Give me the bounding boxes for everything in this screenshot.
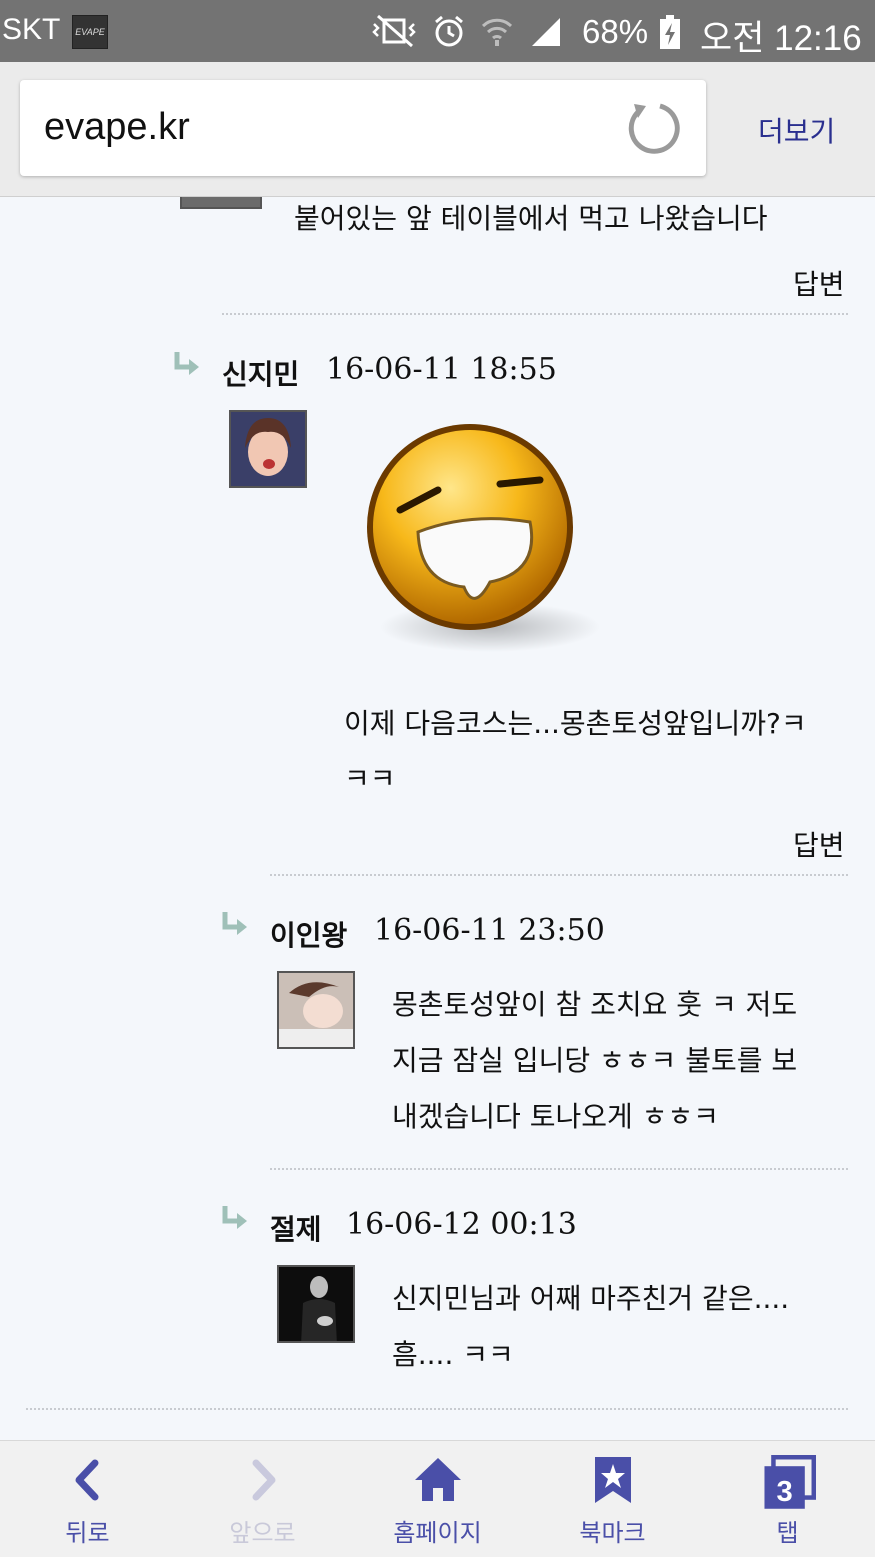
back-button[interactable]: 뒤로 [0,1441,175,1557]
status-bar: SKT EVAPE 68% 오전 12:16 [0,0,875,62]
comment-text: 몽촌토성앞이 참 조치요 훗 ㅋ 저도 [392,988,798,1021]
comment-author[interactable]: 이인왕 [270,914,347,954]
reply-button[interactable]: 답변 [793,824,845,864]
wifi-icon [481,18,513,46]
comment-text: ㅋㅋ [344,762,396,795]
address-bar[interactable]: evape.kr [20,80,706,176]
divider [222,313,848,315]
grinning-emoticon-icon [367,424,600,652]
carrier-label: SKT [2,13,61,46]
status-icons [370,12,564,50]
signal-icon [532,18,560,46]
comment-author[interactable]: 신지민 [222,353,299,393]
avatar[interactable] [277,1265,355,1343]
avatar[interactable] [229,410,307,488]
divider [270,1168,848,1170]
divider [26,1408,848,1410]
more-button[interactable]: 더보기 [758,110,835,150]
comment-text: 내겠습니다 토나오게 ㅎㅎㅋ [392,1100,719,1133]
comment-text: 붙어있는 앞 테이블에서 먹고 나왔습니다 [294,202,768,235]
chevron-right-icon [252,1459,275,1501]
bookmark-label: 북마크 [579,1519,646,1547]
forward-label: 앞으로 [229,1519,296,1547]
browser-bottom-nav: 뒤로 앞으로 홈페이지 북마크 3 탭 [0,1440,875,1557]
comment-date: 16-06-11 18:55 [326,352,557,387]
reply-arrow-icon [222,1206,247,1229]
home-label: 홈페이지 [393,1519,482,1547]
comment-text: 흠.... ㅋㅋ [392,1338,514,1371]
comment-author[interactable]: 절제 [270,1208,322,1248]
alarm-icon [435,15,463,47]
home-button[interactable]: 홈페이지 [350,1441,525,1557]
reload-icon[interactable] [624,98,684,158]
tabs-button[interactable]: 3 탭 [700,1441,875,1557]
bookmark-button[interactable]: 북마크 [525,1441,700,1557]
forward-button[interactable]: 앞으로 [175,1441,350,1557]
comment-text: 이제 다음코스는...몽촌토성앞입니까?ㅋ [344,707,807,740]
battery-charging-icon [660,15,680,49]
comment-date: 16-06-12 00:13 [346,1207,577,1242]
reply-button[interactable]: 답변 [793,263,845,303]
comment-text: 지금 잠실 입니당 ㅎㅎㅋ 불토를 보 [392,1044,798,1077]
avatar-image [231,412,305,486]
bookmark-star-icon [594,1457,631,1503]
avatar-image [279,1267,353,1341]
avatar [180,197,262,209]
clock: 오전 12:16 [700,19,862,58]
tab-count: 3 [776,1476,792,1508]
url-text[interactable]: evape.kr [44,106,190,149]
back-label: 뒤로 [65,1519,110,1547]
vibrate-mute-icon [372,14,416,48]
comment-date: 16-06-11 23:50 [374,913,605,948]
comment-text: 신지민님과 어째 마주친거 같은.... [392,1282,790,1315]
browser-toolbar: evape.kr 더보기 [0,62,875,197]
tabs-label: 탭 [776,1519,799,1547]
reply-arrow-icon [222,912,247,935]
home-icon [414,1458,461,1501]
avatar-image [279,973,353,1047]
app-notification-icon: EVAPE [72,15,108,49]
comment-thread: 붙어있는 앞 테이블에서 먹고 나왔습니다 답변 신지민 16-06-11 18… [0,197,875,1439]
battery-percent: 68% [582,13,649,50]
reply-arrow-icon [174,352,199,375]
avatar[interactable] [277,971,355,1049]
tabs-icon: 3 [763,1455,816,1509]
divider [270,874,848,876]
chevron-left-icon [75,1459,98,1501]
